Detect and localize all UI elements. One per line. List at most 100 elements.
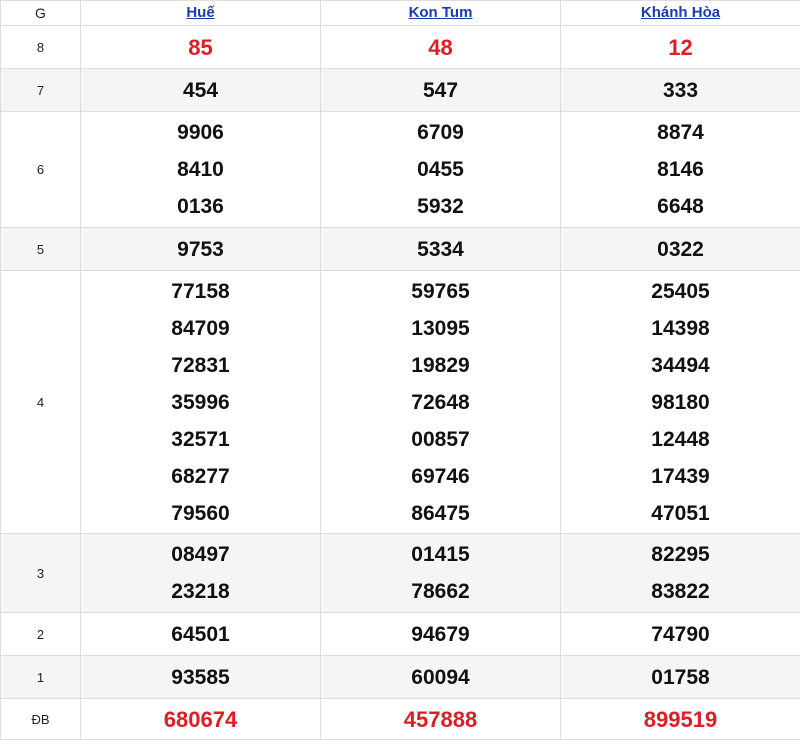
prize-row: 6990684100136670904555932887481466648 [1, 112, 800, 228]
prize-number: 899519 [561, 701, 800, 738]
prize-number: 48 [321, 29, 560, 66]
prize-cell: 85 [81, 26, 321, 69]
prize-number: 86475 [321, 495, 560, 532]
prize-cell: 454 [81, 69, 321, 112]
prize-grade-label: 2 [1, 613, 81, 656]
prize-row: 7454547333 [1, 69, 800, 112]
prize-number: 25405 [561, 273, 800, 310]
prize-number: 78662 [321, 573, 560, 610]
prize-grade-label: 3 [1, 534, 81, 613]
prize-number: 93585 [81, 659, 320, 696]
prize-cell: 01758 [561, 656, 800, 699]
prize-cell: 60094 [321, 656, 561, 699]
prize-number: 8410 [81, 151, 320, 188]
grade-column-header: G [1, 1, 81, 26]
prize-number: 13095 [321, 310, 560, 347]
prize-number: 0136 [81, 188, 320, 225]
province-link-hue[interactable]: Huế [186, 4, 214, 21]
prize-number: 0455 [321, 151, 560, 188]
prize-number: 94679 [321, 616, 560, 653]
prize-number: 01758 [561, 659, 800, 696]
prize-grade-label: 8 [1, 26, 81, 69]
province-header: Kon Tum [321, 1, 561, 26]
province-header: Khánh Hòa [561, 1, 800, 26]
prize-row: 2645019467974790 [1, 613, 800, 656]
prize-cell: 64501 [81, 613, 321, 656]
prize-cell: 9753 [81, 228, 321, 271]
prize-number: 9906 [81, 114, 320, 151]
prize-cell: 12 [561, 26, 800, 69]
province-link-khanh-hoa[interactable]: Khánh Hòa [641, 4, 720, 21]
prize-number: 35996 [81, 384, 320, 421]
prize-number: 454 [81, 72, 320, 109]
prize-number: 9753 [81, 231, 320, 268]
prize-cell: 94679 [321, 613, 561, 656]
prize-number: 74790 [561, 616, 800, 653]
prize-number: 84709 [81, 310, 320, 347]
province-link-kon-tum[interactable]: Kon Tum [409, 4, 473, 21]
prize-cell: 59765130951982972648008576974686475 [321, 271, 561, 534]
prize-number: 19829 [321, 347, 560, 384]
prize-number: 5334 [321, 231, 560, 268]
prize-row: ĐB680674457888899519 [1, 699, 800, 740]
prize-row: 3084972321801415786628229583822 [1, 534, 800, 613]
prize-number: 17439 [561, 458, 800, 495]
prize-grade-label: 7 [1, 69, 81, 112]
prize-number: 12 [561, 29, 800, 66]
prize-number: 6709 [321, 114, 560, 151]
prize-cell: 680674 [81, 699, 321, 740]
prize-number: 59765 [321, 273, 560, 310]
prize-number: 547 [321, 72, 560, 109]
prize-cell: 899519 [561, 699, 800, 740]
prize-number: 77158 [81, 273, 320, 310]
prize-number: 32571 [81, 421, 320, 458]
prize-grade-label: 4 [1, 271, 81, 534]
province-header: Huế [81, 1, 321, 26]
prize-number: 333 [561, 72, 800, 109]
prize-number: 14398 [561, 310, 800, 347]
prize-number: 8146 [561, 151, 800, 188]
prize-number: 79560 [81, 495, 320, 532]
prize-number: 68277 [81, 458, 320, 495]
prize-number: 0322 [561, 231, 800, 268]
prize-cell: 77158847097283135996325716827779560 [81, 271, 321, 534]
prize-number: 82295 [561, 536, 800, 573]
prize-number: 8874 [561, 114, 800, 151]
prize-number: 5932 [321, 188, 560, 225]
prize-cell: 0849723218 [81, 534, 321, 613]
prize-number: 00857 [321, 421, 560, 458]
prize-cell: 457888 [321, 699, 561, 740]
prize-grade-label: ĐB [1, 699, 81, 740]
prize-cell: 8229583822 [561, 534, 800, 613]
prize-row: 8854812 [1, 26, 800, 69]
prize-cell: 48 [321, 26, 561, 69]
prize-number: 69746 [321, 458, 560, 495]
prize-cell: 990684100136 [81, 112, 321, 228]
prize-number: 83822 [561, 573, 800, 610]
prize-cell: 74790 [561, 613, 800, 656]
prize-number: 08497 [81, 536, 320, 573]
prize-grade-label: 1 [1, 656, 81, 699]
prize-number: 34494 [561, 347, 800, 384]
prize-cell: 887481466648 [561, 112, 800, 228]
prize-cell: 547 [321, 69, 561, 112]
prize-number: 23218 [81, 573, 320, 610]
prize-cell: 0322 [561, 228, 800, 271]
prize-row: 1935856009401758 [1, 656, 800, 699]
prize-cell: 93585 [81, 656, 321, 699]
prize-number: 72648 [321, 384, 560, 421]
prize-number: 98180 [561, 384, 800, 421]
prize-grade-label: 5 [1, 228, 81, 271]
prize-row: 4771588470972831359963257168277795605976… [1, 271, 800, 534]
prize-number: 64501 [81, 616, 320, 653]
prize-number: 47051 [561, 495, 800, 532]
prize-cell: 333 [561, 69, 800, 112]
lottery-results-table: G Huế Kon Tum Khánh Hòa 8854812745454733… [0, 0, 800, 740]
prize-row: 5975353340322 [1, 228, 800, 271]
prize-number: 85 [81, 29, 320, 66]
prize-number: 72831 [81, 347, 320, 384]
prize-cell: 0141578662 [321, 534, 561, 613]
prize-cell: 5334 [321, 228, 561, 271]
prize-number: 457888 [321, 701, 560, 738]
prize-cell: 670904555932 [321, 112, 561, 228]
